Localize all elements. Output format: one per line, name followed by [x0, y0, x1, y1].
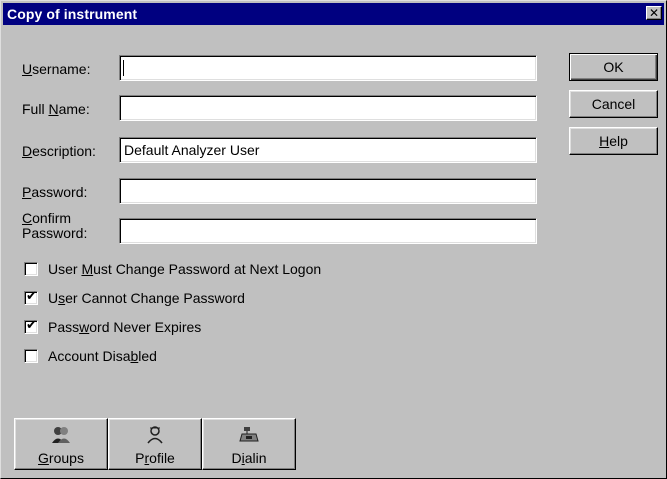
password-input[interactable] [119, 178, 537, 204]
dialin-label: Dialin [231, 450, 267, 466]
profile-label: Profile [135, 450, 175, 466]
groups-button[interactable]: Groups [14, 418, 108, 470]
fullname-label: Full Name: [22, 101, 90, 117]
text-cursor [123, 60, 124, 76]
dialin-icon [203, 425, 295, 445]
profile-button[interactable]: Profile [108, 418, 202, 470]
user-properties-dialog: Copy of instrument ✕ Username: Full Name… [0, 0, 667, 479]
groups-icon [15, 425, 107, 445]
title-bar[interactable]: Copy of instrument ✕ [3, 3, 664, 25]
checkbox-label: Account Disabled [48, 348, 157, 364]
checkbox-label: User Must Change Password at Next Logon [48, 261, 322, 277]
username-input[interactable] [119, 55, 537, 81]
cancel-button[interactable]: Cancel [569, 90, 658, 118]
window-title: Copy of instrument [7, 6, 138, 22]
groups-label: Groups [38, 450, 84, 466]
ok-button[interactable]: OK [569, 53, 658, 81]
checkbox-label: User Cannot Change Password [48, 290, 245, 306]
close-button[interactable]: ✕ [646, 6, 662, 20]
profile-icon [109, 425, 201, 445]
confirm-password-input[interactable] [119, 218, 537, 244]
help-button[interactable]: Help [569, 127, 658, 155]
fullname-input[interactable] [119, 95, 537, 121]
description-input[interactable] [119, 137, 537, 163]
checkbox-label: Password Never Expires [48, 319, 202, 335]
password-label: Password: [22, 184, 88, 200]
check-icon: ✔ [26, 289, 37, 304]
close-icon: ✕ [648, 6, 660, 20]
confirm-password-label: Confirm Password: [22, 210, 88, 241]
help-label: Help [599, 133, 628, 149]
checkbox-box[interactable]: ✔ [24, 318, 38, 334]
checkbox-box[interactable] [24, 349, 38, 363]
cancel-label: Cancel [591, 96, 636, 112]
description-label: Description: [22, 143, 96, 159]
dialin-button[interactable]: Dialin [202, 418, 296, 470]
username-label: Username: [22, 61, 91, 77]
checkbox-box[interactable] [24, 262, 38, 276]
ok-label: OK [603, 59, 624, 75]
checkbox-box[interactable]: ✔ [24, 289, 38, 305]
check-icon: ✔ [26, 318, 37, 333]
